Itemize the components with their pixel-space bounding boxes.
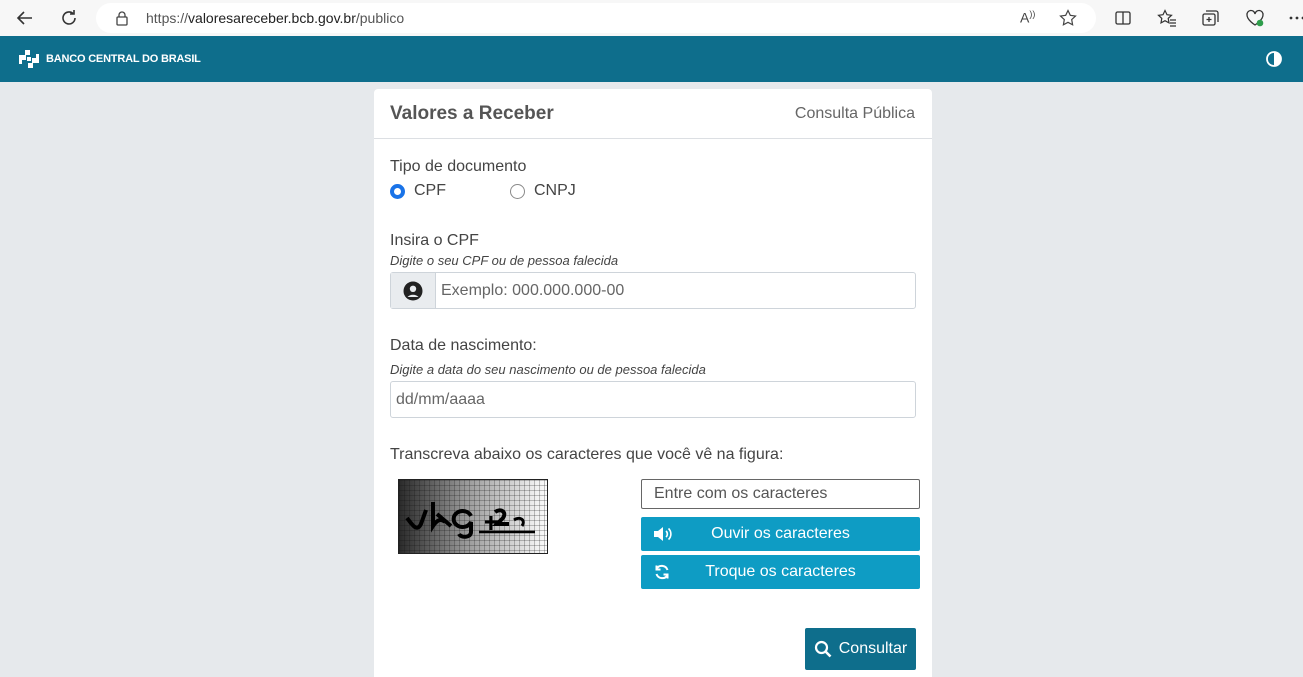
url-host: valoresareceber.bcb.gov.br xyxy=(188,10,356,26)
collections-icon[interactable] xyxy=(1199,6,1223,30)
browser-essentials-icon[interactable] xyxy=(1243,6,1267,30)
refresh-icon xyxy=(655,564,669,580)
captcha-label: Transcreva abaixo os caracteres que você… xyxy=(390,446,784,463)
url-scheme: https:// xyxy=(146,10,189,26)
birth-date-group xyxy=(390,381,916,418)
split-screen-icon[interactable] xyxy=(1111,6,1135,30)
radio-cnpj-circle[interactable] xyxy=(510,183,525,199)
cpf-addon xyxy=(391,273,436,308)
birth-date-input[interactable] xyxy=(391,382,915,417)
refresh-captcha-label: Troque os caracteres xyxy=(705,563,856,580)
cpf-input-group xyxy=(390,272,916,309)
page-subtitle: Consulta Pública xyxy=(794,105,915,122)
url-path: /publico xyxy=(355,10,405,26)
doc-type-label: Tipo de documento xyxy=(390,158,527,175)
radio-cpf-label: CPF xyxy=(414,182,446,199)
read-aloud-icon[interactable]: A)) xyxy=(1020,9,1035,26)
birth-date-label: Data de nascimento: xyxy=(390,337,537,354)
page-title: Valores a Receber xyxy=(390,103,554,124)
radio-cnpj-label: CNPJ xyxy=(534,182,576,199)
cpf-label: Insira o CPF xyxy=(390,232,479,249)
radio-cpf[interactable]: CPF xyxy=(390,182,446,200)
user-circle-icon xyxy=(403,281,423,300)
contrast-icon xyxy=(1266,51,1282,67)
address-bar[interactable]: https://valoresareceber.bcb.gov.br/publi… xyxy=(96,3,1096,33)
captcha-graphic xyxy=(399,480,547,553)
url-text: https://valoresareceber.bcb.gov.br/publi… xyxy=(146,10,404,26)
bcb-logo-icon xyxy=(19,50,39,68)
listen-captcha-label: Ouvir os caracteres xyxy=(711,525,850,542)
submit-button[interactable]: Consultar xyxy=(805,628,916,670)
reload-icon xyxy=(62,10,76,25)
contrast-toggle-button[interactable] xyxy=(1265,50,1283,68)
cpf-hint: Digite o seu CPF ou de pessoa falecida xyxy=(390,253,619,268)
reload-button[interactable] xyxy=(57,6,81,30)
radio-cpf-circle[interactable] xyxy=(390,183,405,199)
listen-captcha-button[interactable]: Ouvir os caracteres xyxy=(641,517,920,551)
logo-text: BANCO CENTRAL DO BRASIL xyxy=(46,53,201,65)
lock-icon xyxy=(115,10,129,31)
browser-toolbar: https://valoresareceber.bcb.gov.br/publi… xyxy=(0,0,1303,36)
cpf-input[interactable] xyxy=(436,273,915,308)
radio-cnpj[interactable]: CNPJ xyxy=(510,182,576,200)
captcha-input[interactable] xyxy=(641,479,920,509)
favorite-star-icon[interactable] xyxy=(1059,9,1077,32)
query-card: Valores a Receber Consulta Pública Tipo … xyxy=(374,89,932,677)
back-button[interactable] xyxy=(13,6,37,30)
captcha-image xyxy=(398,479,548,554)
site-header: BANCO CENTRAL DO BRASIL xyxy=(0,36,1303,82)
card-header: Valores a Receber Consulta Pública xyxy=(374,89,932,139)
volume-icon xyxy=(654,527,672,541)
birth-date-hint: Digite a data do seu nascimento ou de pe… xyxy=(390,362,706,377)
submit-label: Consultar xyxy=(838,640,908,657)
refresh-captcha-button[interactable]: Troque os caracteres xyxy=(641,555,920,589)
arrow-left-icon xyxy=(16,11,32,25)
bcb-logo[interactable]: BANCO CENTRAL DO BRASIL xyxy=(16,46,201,72)
more-options-icon[interactable] xyxy=(1285,6,1303,30)
search-icon xyxy=(814,640,832,658)
favorites-icon[interactable] xyxy=(1155,6,1179,30)
